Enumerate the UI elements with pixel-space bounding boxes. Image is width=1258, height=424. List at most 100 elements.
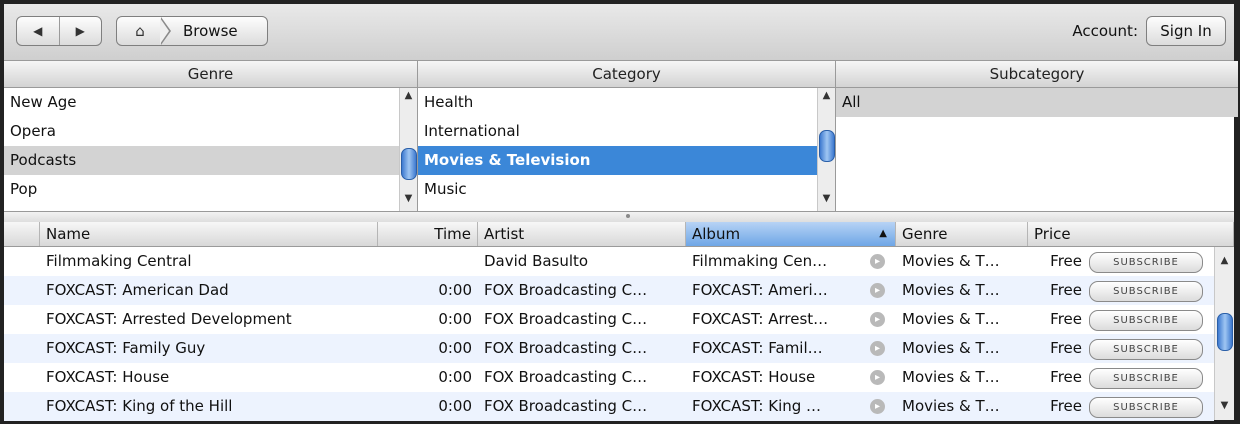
- scroll-thumb[interactable]: [819, 130, 835, 162]
- genre-header[interactable]: Genre: [4, 61, 417, 88]
- subscribe-button[interactable]: SUBSCRIBE: [1089, 368, 1203, 389]
- list-item[interactable]: New Age: [4, 88, 399, 117]
- table-body: Filmmaking Central David Basulto Filmmakin…: [4, 247, 1214, 421]
- cell-time: [378, 247, 478, 276]
- scroll-up-icon[interactable]: ▲: [818, 90, 835, 106]
- column-header-time[interactable]: Time: [378, 222, 478, 246]
- column-header-album[interactable]: Album ▲: [686, 222, 896, 246]
- itunes-store-window: ◀ ▶ ⌂ Browse Account: Sign In Genre New …: [0, 0, 1240, 424]
- album-link-arrow-icon[interactable]: ▸: [870, 283, 885, 298]
- scroll-thumb[interactable]: [1217, 313, 1233, 351]
- toolbar: ◀ ▶ ⌂ Browse Account: Sign In: [4, 4, 1234, 61]
- list-item[interactable]: International: [418, 117, 817, 146]
- cell-name: FOXCAST: King of the Hill: [46, 397, 233, 415]
- cell-artist[interactable]: FOX Broadcasting C…: [478, 392, 686, 421]
- subcategory-header[interactable]: Subcategory: [836, 61, 1238, 88]
- cell-price: Free: [1050, 252, 1082, 270]
- subscribe-button[interactable]: SUBSCRIBE: [1089, 252, 1203, 273]
- subscribe-button[interactable]: SUBSCRIBE: [1089, 339, 1203, 360]
- cell-name: Filmmaking Central: [46, 252, 192, 270]
- scroll-thumb[interactable]: [401, 148, 417, 180]
- cell-album: FOXCAST: Famil…: [692, 339, 823, 357]
- list-item[interactable]: Pop: [4, 175, 399, 204]
- list-item[interactable]: Health: [418, 88, 817, 117]
- genre-scrollbar[interactable]: ▲ ▼: [399, 88, 417, 211]
- cell-price: Free: [1050, 368, 1082, 386]
- forward-button[interactable]: ▶: [58, 17, 102, 45]
- category-list: Health International Movies & Television…: [418, 88, 817, 204]
- cell-artist[interactable]: FOX Broadcasting C…: [478, 276, 686, 305]
- subcategory-list: All: [836, 88, 1238, 117]
- list-item[interactable]: Opera: [4, 117, 399, 146]
- cell-artist[interactable]: FOX Broadcasting C…: [478, 334, 686, 363]
- list-item-selected[interactable]: Movies & Television: [418, 146, 817, 175]
- splitter-grip-icon: [626, 214, 630, 218]
- table-row[interactable]: FOXCAST: American Dad 0:00 FOX Broadcastin…: [4, 276, 1214, 305]
- subscribe-button[interactable]: SUBSCRIBE: [1089, 310, 1203, 331]
- cell-artist[interactable]: FOX Broadcasting C…: [478, 363, 686, 392]
- cell-price: Free: [1050, 339, 1082, 357]
- column-header-album-label: Album: [692, 225, 741, 243]
- back-forward-buttons: ◀ ▶: [16, 16, 102, 46]
- subscribe-button[interactable]: SUBSCRIBE: [1089, 397, 1203, 418]
- list-item-selected[interactable]: All: [836, 88, 1238, 117]
- album-link-arrow-icon[interactable]: ▸: [870, 341, 885, 356]
- cell-time: 0:00: [438, 397, 472, 415]
- cell-genre: Movies & T…: [902, 397, 1000, 415]
- scroll-down-icon[interactable]: ▼: [1215, 400, 1234, 416]
- list-item[interactable]: Music: [418, 175, 817, 204]
- album-link-arrow-icon[interactable]: ▸: [870, 312, 885, 327]
- table-row[interactable]: FOXCAST: Arrested Development 0:00 FOX Bro…: [4, 305, 1214, 334]
- breadcrumb: ⌂ Browse: [116, 16, 268, 46]
- back-button[interactable]: ◀: [17, 17, 59, 45]
- cell-time: 0:00: [438, 368, 472, 386]
- scroll-down-icon[interactable]: ▼: [818, 193, 835, 209]
- category-header[interactable]: Category: [418, 61, 835, 88]
- table-row[interactable]: Filmmaking Central David Basulto Filmmakin…: [4, 247, 1214, 276]
- category-scrollbar[interactable]: ▲ ▼: [817, 88, 835, 211]
- cell-name: FOXCAST: American Dad: [46, 281, 229, 299]
- cell-genre: Movies & T…: [902, 310, 1000, 328]
- album-link-arrow-icon[interactable]: ▸: [870, 370, 885, 385]
- category-column: Category Health International Movies & T…: [418, 61, 836, 211]
- sign-in-button[interactable]: Sign In: [1146, 16, 1226, 46]
- results-table: Name Time Artist Album ▲ Genre Price Fil…: [4, 222, 1234, 421]
- genre-column: Genre New Age Opera Podcasts Pop ▲ ▼: [4, 61, 418, 211]
- table-scrollbar[interactable]: ▲ ▼: [1214, 247, 1234, 420]
- column-header-price[interactable]: Price: [1028, 222, 1234, 246]
- scroll-down-icon[interactable]: ▼: [400, 193, 417, 209]
- cell-album: Filmmaking Cen…: [692, 252, 828, 270]
- breadcrumb-browse[interactable]: Browse: [183, 22, 238, 40]
- table-row[interactable]: FOXCAST: Family Guy 0:00 FOX Broadcasting …: [4, 334, 1214, 363]
- table-header: Name Time Artist Album ▲ Genre Price: [4, 222, 1234, 247]
- column-header-artist[interactable]: Artist: [478, 222, 686, 246]
- cell-artist[interactable]: FOX Broadcasting C…: [478, 305, 686, 334]
- cell-price: Free: [1050, 310, 1082, 328]
- home-icon[interactable]: ⌂: [127, 22, 153, 40]
- album-link-arrow-icon[interactable]: ▸: [870, 399, 885, 414]
- cell-price: Free: [1050, 281, 1082, 299]
- breadcrumb-separator: [160, 17, 171, 45]
- column-header-name[interactable]: Name: [40, 222, 378, 246]
- table-row[interactable]: FOXCAST: House 0:00 FOX Broadcasting C… FOX…: [4, 363, 1214, 392]
- back-arrow-icon: ◀: [33, 24, 43, 38]
- scroll-up-icon[interactable]: ▲: [400, 90, 417, 106]
- cell-genre: Movies & T…: [902, 339, 1000, 357]
- column-header-genre[interactable]: Genre: [896, 222, 1028, 246]
- scroll-up-icon[interactable]: ▲: [1215, 255, 1234, 271]
- cell-artist[interactable]: David Basulto: [478, 247, 686, 276]
- genre-list: New Age Opera Podcasts Pop: [4, 88, 399, 204]
- cell-name: FOXCAST: House: [46, 368, 170, 386]
- cell-time: 0:00: [438, 310, 472, 328]
- table-row[interactable]: FOXCAST: King of the Hill 0:00 FOX Broadca…: [4, 392, 1214, 421]
- list-item-selected[interactable]: Podcasts: [4, 146, 399, 175]
- album-link-arrow-icon[interactable]: ▸: [870, 254, 885, 269]
- cell-name: FOXCAST: Arrested Development: [46, 310, 292, 328]
- cell-album: FOXCAST: Ameri…: [692, 281, 828, 299]
- cell-time: 0:00: [438, 281, 472, 299]
- cell-album: FOXCAST: King …: [692, 397, 822, 415]
- subcategory-column: Subcategory All: [836, 61, 1238, 211]
- subscribe-button[interactable]: SUBSCRIBE: [1089, 281, 1203, 302]
- cell-time: 0:00: [438, 339, 472, 357]
- cell-name: FOXCAST: Family Guy: [46, 339, 206, 357]
